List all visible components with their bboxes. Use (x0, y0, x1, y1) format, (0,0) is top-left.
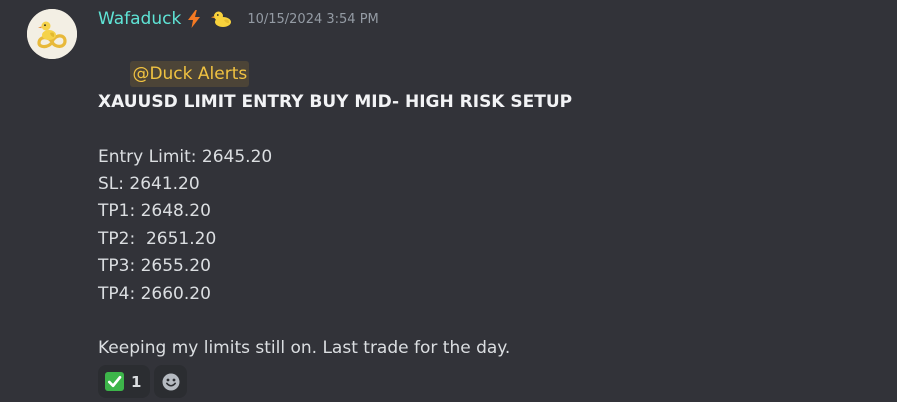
trade-level-tp4: TP4: 2660.20 (98, 283, 211, 304)
smiley-add-icon (162, 373, 180, 390)
reaction-count: 1 (131, 372, 142, 391)
trade-level-tp1: TP1: 2648.20 (98, 201, 211, 222)
trade-level-entry: Entry Limit: 2645.20 (98, 146, 273, 167)
trade-level-sl: SL: 2641.20 (98, 173, 200, 194)
duck-avatar-icon (27, 9, 77, 59)
role-mention[interactable]: @Duck Alerts (130, 61, 250, 88)
trade-level-tp3: TP3: 2655.20 (98, 256, 211, 277)
message-footer: Keeping my limits still on. Last trade f… (98, 338, 511, 359)
message-content: @Duck Alerts XAUUSD LIMIT ENTRY BUY MID-… (98, 34, 878, 363)
reaction-check[interactable]: 1 (98, 365, 151, 398)
trade-level-tp2: TP2: 2651.20 (98, 228, 217, 249)
lightning-badge-icon[interactable] (187, 10, 201, 28)
message-heading: XAUUSD LIMIT ENTRY BUY MID- HIGH RISK SE… (98, 91, 573, 112)
username[interactable]: Wafaduck (98, 9, 181, 29)
user-avatar[interactable] (27, 9, 77, 59)
add-reaction-button[interactable] (154, 365, 188, 398)
duck-badge-icon[interactable] (211, 10, 233, 28)
reaction-bar: 1 (98, 365, 188, 398)
chat-message: Wafaduck 10/15/2024 3:54 PM @Duck Alerts… (0, 0, 897, 402)
message-timestamp[interactable]: 10/15/2024 3:54 PM (247, 12, 378, 27)
message-header: Wafaduck 10/15/2024 3:54 PM (98, 7, 379, 31)
mention-line: @Duck Alerts (98, 34, 878, 88)
check-mark-icon (105, 372, 124, 391)
